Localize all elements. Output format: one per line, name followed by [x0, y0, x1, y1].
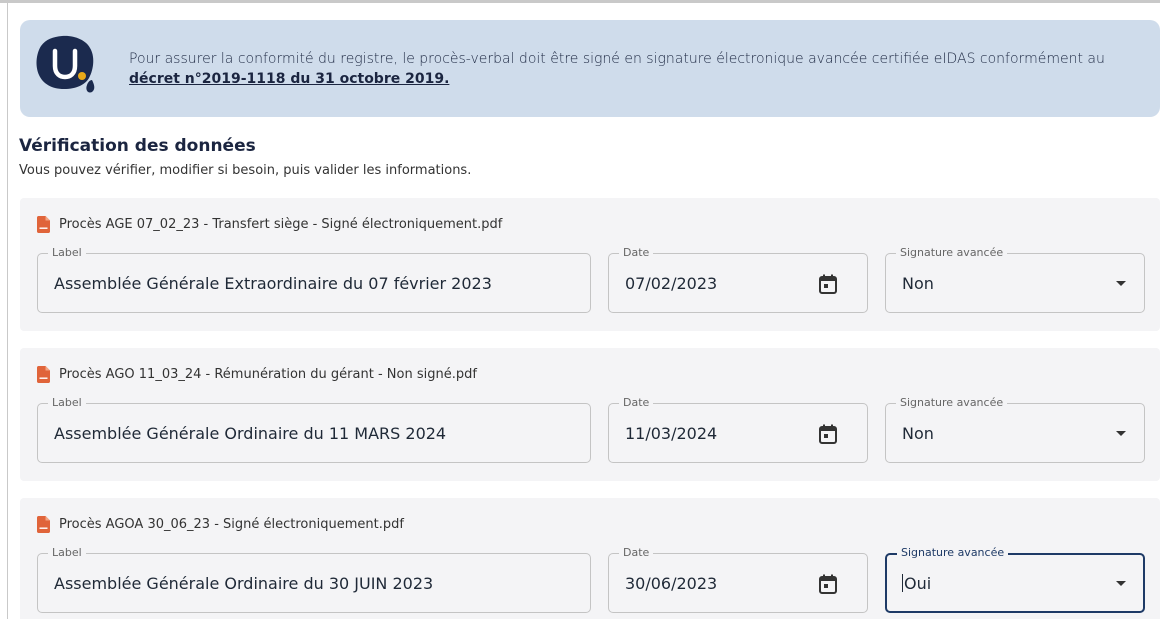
window-left-border	[7, 0, 8, 619]
signature-select-value: Non	[902, 274, 934, 293]
date-field[interactable]: Date 11/03/2024	[608, 396, 868, 463]
signature-select-value: Oui	[902, 574, 931, 593]
section-title: Vérification des données	[19, 136, 256, 156]
file-name: Procès AGOA 30_06_23 - Signé électroniqu…	[59, 517, 404, 532]
compliance-notice-text: Pour assurer la conformité du registre, …	[129, 51, 1105, 67]
date-field[interactable]: Date 07/02/2023	[608, 246, 868, 313]
file-row: Procès AGE 07_02_23 - Transfert siège - …	[37, 216, 502, 233]
pdf-file-icon	[37, 516, 50, 533]
label-field-legend: Label	[48, 246, 86, 260]
label-field-legend: Label	[48, 546, 86, 560]
label-field-legend: Label	[48, 396, 86, 410]
text-cursor	[902, 574, 903, 592]
info-banner: Pour assurer la conformité du registre, …	[20, 20, 1160, 117]
file-row: Procès AGO 11_03_24 - Rémunération du gé…	[37, 366, 477, 383]
section-subtitle: Vous pouvez vérifier, modifier si besoin…	[19, 163, 472, 178]
calendar-icon[interactable]	[819, 424, 837, 444]
document-card: Procès AGE 07_02_23 - Transfert siège - …	[20, 198, 1160, 331]
label-field-value: Assemblée Générale Ordinaire du 30 JUIN …	[54, 574, 434, 593]
label-field[interactable]: Label Assemblée Générale Ordinaire du 30…	[37, 546, 591, 613]
date-field-legend: Date	[619, 396, 654, 410]
pdf-file-icon	[37, 216, 50, 233]
calendar-icon[interactable]	[819, 574, 837, 594]
label-field[interactable]: Label Assemblée Générale Ordinaire du 11…	[37, 396, 591, 463]
signature-select[interactable]: Signature avancée Non	[885, 396, 1145, 463]
pdf-file-icon	[37, 366, 50, 383]
signature-select-legend: Signature avancée	[896, 396, 1008, 410]
caret-down-icon[interactable]	[1116, 431, 1126, 436]
label-field[interactable]: Label Assemblée Générale Extraordinaire …	[37, 246, 591, 313]
date-field-legend: Date	[619, 546, 654, 560]
file-row: Procès AGOA 30_06_23 - Signé électroniqu…	[37, 516, 404, 533]
decree-link[interactable]: décret n°2019-1118 du 31 octobre 2019.	[129, 71, 449, 87]
date-field[interactable]: Date 30/06/2023	[608, 546, 868, 613]
signature-select[interactable]: Signature avancée Non	[885, 246, 1145, 313]
date-field-value: 11/03/2024	[625, 424, 718, 443]
date-field-value: 07/02/2023	[625, 274, 718, 293]
label-field-value: Assemblée Générale Extraordinaire du 07 …	[54, 274, 492, 293]
signature-select[interactable]: Signature avancée Oui	[885, 546, 1145, 613]
calendar-icon[interactable]	[819, 274, 837, 294]
date-field-value: 30/06/2023	[625, 574, 718, 593]
signature-select-text: Oui	[904, 574, 932, 593]
file-name: Procès AGE 07_02_23 - Transfert siège - …	[59, 217, 503, 232]
label-field-value: Assemblée Générale Ordinaire du 11 MARS …	[54, 424, 447, 443]
signature-select-legend: Signature avancée	[897, 546, 1009, 560]
brand-logo-icon	[36, 35, 95, 93]
window-top-border	[0, 0, 1160, 3]
signature-select-legend: Signature avancée	[896, 246, 1008, 260]
caret-down-icon[interactable]	[1116, 281, 1126, 286]
compliance-notice: Pour assurer la conformité du registre, …	[129, 49, 1153, 89]
file-name: Procès AGO 11_03_24 - Rémunération du gé…	[59, 367, 477, 382]
caret-down-icon[interactable]	[1116, 581, 1126, 586]
document-card: Procès AGOA 30_06_23 - Signé électroniqu…	[20, 498, 1160, 619]
date-field-legend: Date	[619, 246, 654, 260]
signature-select-value: Non	[902, 424, 934, 443]
document-card: Procès AGO 11_03_24 - Rémunération du gé…	[20, 348, 1160, 481]
